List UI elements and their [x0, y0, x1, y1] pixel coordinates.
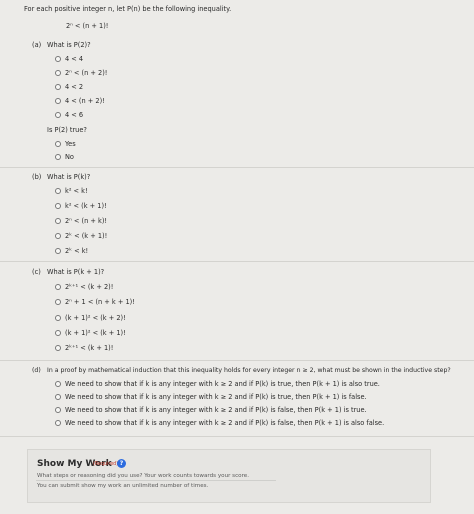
radio-button[interactable] — [55, 299, 61, 305]
part-d-option-4[interactable]: We need to show that if k is any integer… — [55, 419, 384, 427]
part-d-option-1[interactable]: We need to show that if k is any integer… — [55, 380, 380, 388]
radio-button[interactable] — [55, 98, 61, 104]
question-circle-icon[interactable]: ? — [117, 459, 126, 468]
part-c-label: (c) — [32, 268, 41, 276]
radio-button[interactable] — [55, 56, 61, 62]
part-c-option-3[interactable]: (k + 1)² < (k + 2)! — [55, 314, 126, 322]
part-a-option-2[interactable]: 2ⁿ < (n + 2)! — [55, 69, 107, 77]
radio-button[interactable] — [55, 394, 61, 400]
part-a-option-4[interactable]: 4 < (n + 2)! — [55, 97, 105, 105]
part-b-option-5[interactable]: 2ᵏ < k! — [55, 247, 88, 255]
show-my-work-note: You can submit show my work an unlimited… — [37, 483, 209, 489]
radio-button[interactable] — [55, 407, 61, 413]
option-label: 4 < 2 — [65, 83, 84, 91]
radio-button[interactable] — [55, 248, 61, 254]
part-d-option-2[interactable]: We need to show that if k is any integer… — [55, 393, 367, 401]
radio-button[interactable] — [55, 345, 61, 351]
radio-button[interactable] — [55, 218, 61, 224]
answer-yes[interactable]: Yes — [55, 140, 76, 148]
section-divider — [0, 436, 474, 437]
option-label: 4 < 4 — [65, 55, 84, 63]
divider — [36, 480, 276, 481]
part-b-label: (b) — [32, 173, 42, 181]
radio-button[interactable] — [55, 84, 61, 90]
radio-button[interactable] — [55, 188, 61, 194]
part-b-question: What is P(k)? — [47, 173, 91, 181]
option-label: 2ᵏ⁺¹ < (k + 1)! — [65, 344, 114, 352]
option-label: 4 < 6 — [65, 111, 84, 119]
option-label: We need to show that if k is any integer… — [65, 406, 367, 414]
radio-button[interactable] — [55, 420, 61, 426]
option-label: 2ᵏ⁺¹ < (k + 2)! — [65, 283, 114, 291]
part-b-option-1[interactable]: k² < k! — [55, 187, 88, 195]
option-label: 4 < (n + 2)! — [65, 97, 105, 105]
option-label: Yes — [65, 140, 76, 148]
part-a-question: What is P(2)? — [47, 41, 91, 49]
inequality-display: 2ⁿ < (n + 1)! — [66, 22, 109, 30]
section-divider — [0, 360, 474, 361]
radio-button[interactable] — [55, 315, 61, 321]
part-a-option-1[interactable]: 4 < 4 — [55, 55, 83, 63]
option-label: 2ⁿ + 1 < (n + k + 1)! — [65, 298, 135, 306]
radio-button[interactable] — [55, 233, 61, 239]
option-label: 2ⁿ < (n + k)! — [65, 217, 108, 225]
radio-button[interactable] — [55, 112, 61, 118]
part-c-option-1[interactable]: 2ᵏ⁺¹ < (k + 2)! — [55, 283, 113, 291]
part-a-option-5[interactable]: 4 < 6 — [55, 111, 83, 119]
part-b-option-3[interactable]: 2ⁿ < (n + k)! — [55, 217, 107, 225]
part-b-option-2[interactable]: k² < (k + 1)! — [55, 202, 107, 210]
part-c-option-5[interactable]: 2ᵏ⁺¹ < (k + 1)! — [55, 344, 113, 352]
section-divider — [0, 167, 474, 168]
part-a-label: (a) — [32, 41, 42, 49]
part-d-question: In a proof by mathematical induction tha… — [47, 367, 451, 374]
radio-button[interactable] — [55, 70, 61, 76]
radio-button[interactable] — [55, 203, 61, 209]
part-a-followup: Is P(2) true? — [47, 126, 87, 134]
radio-button[interactable] — [55, 141, 61, 147]
radio-button[interactable] — [55, 284, 61, 290]
option-label: (k + 1)² < (k + 1)! — [65, 329, 126, 337]
option-label: We need to show that if k is any integer… — [65, 419, 385, 427]
option-label: No — [65, 153, 74, 161]
question-page: For each positive integer n, let P(n) be… — [0, 0, 474, 514]
option-label: k² < k! — [65, 187, 88, 195]
required-badge: (Required) — [93, 462, 119, 467]
part-d-label: (d) — [32, 367, 41, 374]
option-label: 2ⁿ < (n + 2)! — [65, 69, 108, 77]
option-label: 2ᵏ < k! — [65, 247, 89, 255]
part-d-option-3[interactable]: We need to show that if k is any integer… — [55, 406, 367, 414]
part-c-option-4[interactable]: (k + 1)² < (k + 1)! — [55, 329, 126, 337]
radio-button[interactable] — [55, 154, 61, 160]
option-label: (k + 1)² < (k + 2)! — [65, 314, 126, 322]
option-label: We need to show that if k is any integer… — [65, 393, 367, 401]
option-label: 2ᵏ < (k + 1)! — [65, 232, 108, 240]
radio-button[interactable] — [55, 330, 61, 336]
intro-text: For each positive integer n, let P(n) be… — [24, 5, 232, 13]
option-label: We need to show that if k is any integer… — [65, 380, 380, 388]
part-c-question: What is P(k + 1)? — [47, 268, 105, 276]
answer-no[interactable]: No — [55, 153, 74, 161]
show-my-work-instructions: What steps or reasoning did you use? You… — [37, 473, 249, 479]
option-label: k² < (k + 1)! — [65, 202, 107, 210]
part-b-option-4[interactable]: 2ᵏ < (k + 1)! — [55, 232, 107, 240]
part-a-option-3[interactable]: 4 < 2 — [55, 83, 83, 91]
part-c-option-2[interactable]: 2ⁿ + 1 < (n + k + 1)! — [55, 298, 135, 306]
section-divider — [0, 261, 474, 262]
radio-button[interactable] — [55, 381, 61, 387]
